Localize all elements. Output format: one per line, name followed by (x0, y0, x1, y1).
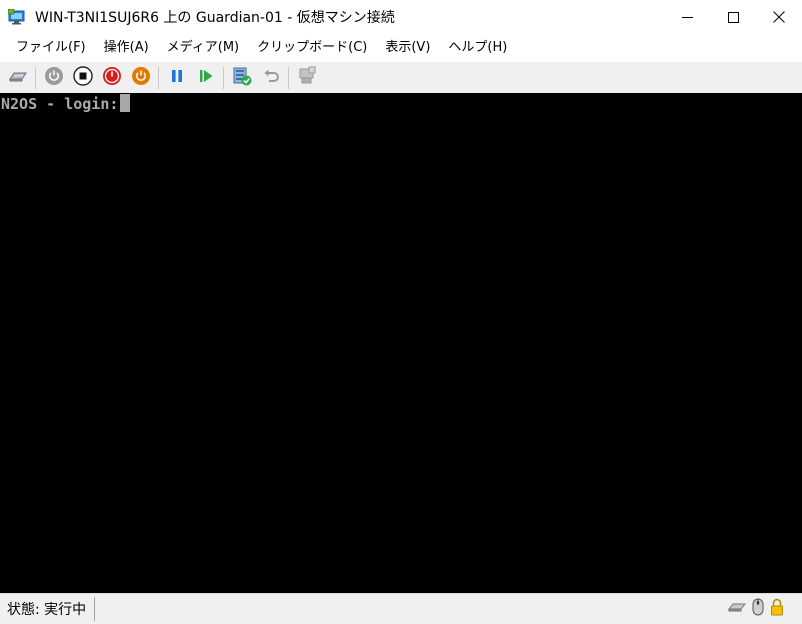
turn-off-button[interactable] (71, 65, 95, 90)
toolbar-separator (223, 66, 224, 89)
window-title: WIN-T3NI1SUJ6R6 上の Guardian-01 - 仮想マシン接続 (35, 10, 395, 26)
enhanced-session-icon (297, 66, 317, 90)
lock-icon[interactable] (770, 598, 784, 620)
start-button[interactable] (42, 66, 66, 90)
checkpoint-icon (231, 65, 253, 91)
vm-connection-icon (7, 8, 26, 25)
login-prompt: N2OS - login: (1, 95, 119, 113)
shutdown-icon (102, 66, 122, 90)
toolbar-separator (158, 66, 159, 89)
title-bar[interactable]: WIN-T3NI1SUJ6R6 上の Guardian-01 - 仮想マシン接続 (0, 0, 802, 34)
vm-console-screen[interactable]: N2OS - login: (0, 93, 802, 593)
menu-clipboard[interactable]: クリップボード(C) (248, 36, 376, 60)
toolbar-separator (35, 66, 36, 89)
menu-help[interactable]: ヘルプ(H) (439, 36, 516, 60)
close-button[interactable] (756, 0, 802, 34)
mouse-icon[interactable] (752, 598, 764, 620)
keyboard-icon[interactable] (727, 600, 747, 618)
status-label: 状態: 実行中 (7, 602, 87, 618)
save-icon (131, 66, 151, 90)
start-icon (44, 66, 64, 90)
maximize-icon (727, 11, 739, 23)
checkpoint-button[interactable] (230, 66, 254, 90)
turn-off-icon (72, 65, 93, 90)
shutdown-button[interactable] (100, 66, 124, 90)
enhanced-session-button[interactable] (295, 66, 319, 90)
pause-icon (167, 66, 187, 90)
ctrl-alt-del-button[interactable] (6, 66, 30, 90)
status-bar: 状態: 実行中 (0, 593, 802, 624)
status-separator (94, 597, 96, 621)
toolbar-separator (288, 66, 289, 89)
pause-button[interactable] (165, 66, 189, 90)
save-button[interactable] (129, 66, 153, 90)
menu-view[interactable]: 表示(V) (376, 36, 439, 60)
menu-media[interactable]: メディア(M) (158, 36, 248, 60)
revert-button[interactable] (259, 66, 283, 90)
ctrl-alt-del-icon (8, 68, 28, 88)
text-cursor (120, 94, 131, 112)
menu-action[interactable]: 操作(A) (95, 36, 158, 60)
minimize-button[interactable] (664, 0, 710, 34)
resume-icon (196, 66, 216, 90)
minimize-icon (681, 12, 693, 23)
close-icon (773, 11, 785, 23)
console-login-line: N2OS - login: (1, 94, 131, 114)
resume-button[interactable] (194, 66, 218, 90)
menu-file[interactable]: ファイル(F) (7, 36, 95, 60)
revert-icon (261, 66, 281, 90)
maximize-button[interactable] (710, 0, 756, 34)
toolbar (0, 62, 802, 93)
menu-bar: ファイル(F) 操作(A) メディア(M) クリップボード(C) 表示(V) ヘ… (0, 34, 802, 62)
